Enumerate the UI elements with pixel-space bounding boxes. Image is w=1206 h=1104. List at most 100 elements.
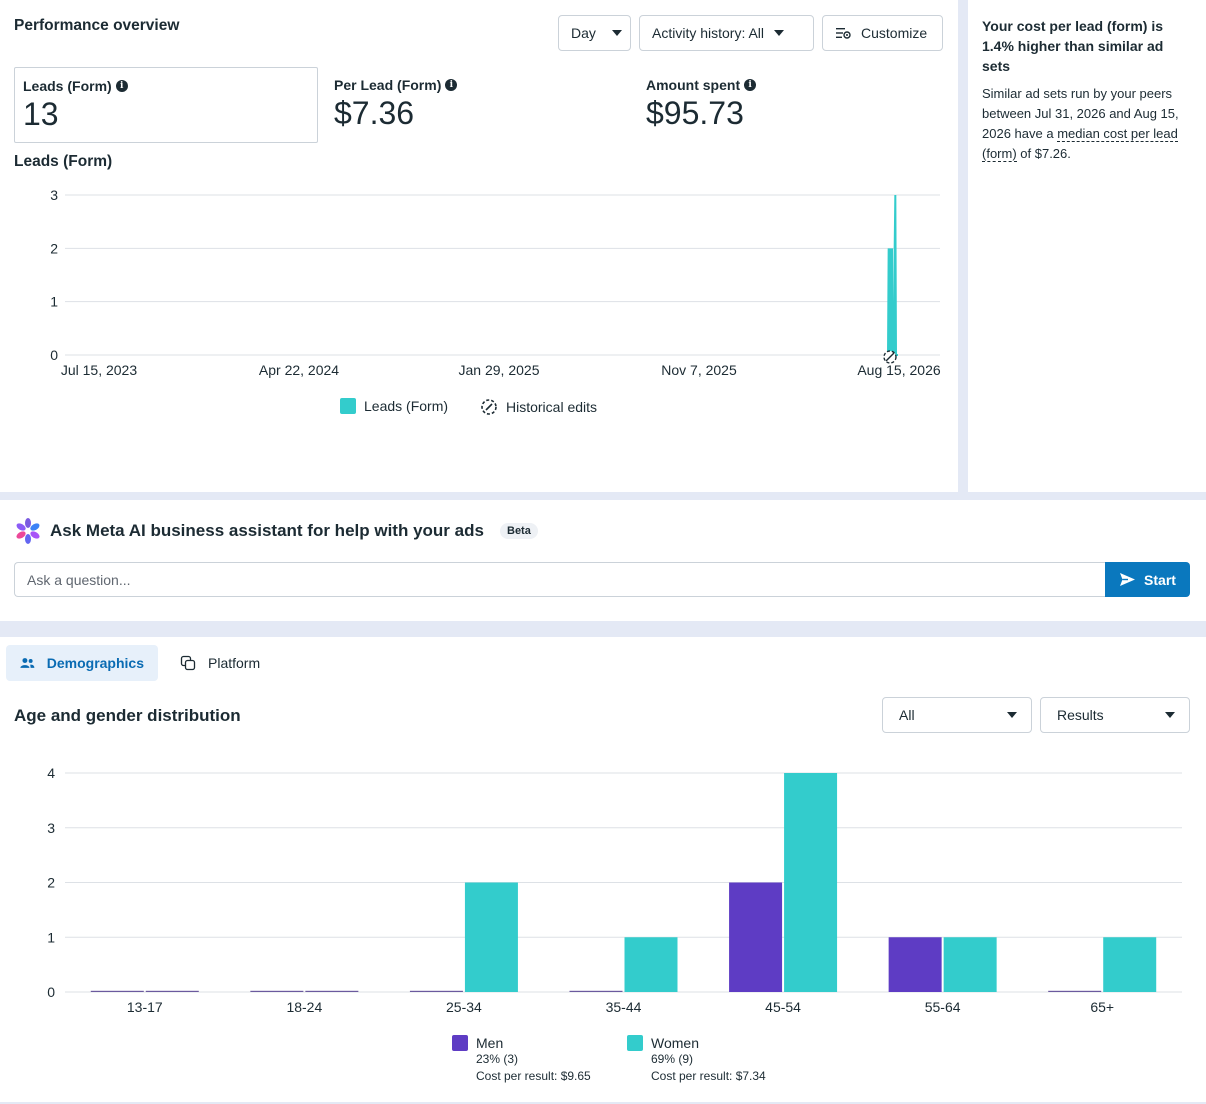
customize-icon [836, 28, 851, 39]
insight-body-suffix: of $7.26. [1016, 146, 1071, 161]
legend-label: Leads (Form) [364, 398, 449, 414]
bar-men [409, 990, 463, 992]
people-icon [20, 658, 35, 668]
bar-men [250, 990, 304, 992]
insight-card: Your cost per lead (form) is 1.4% higher… [968, 0, 1206, 492]
metric-filter-label: Results [1057, 707, 1104, 723]
bar-women [943, 937, 997, 992]
x-tick-label: Jul 15, 2023 [61, 362, 137, 378]
legend-swatch [340, 398, 356, 414]
legend-leads[interactable]: Leads (Form) [340, 398, 448, 414]
x-tick-label: 55-64 [925, 999, 961, 1015]
legend-label: Men [476, 1035, 504, 1051]
legend-share: 69% (9) [651, 1052, 694, 1066]
bar-women [1103, 937, 1157, 992]
performance-title: Performance overview [14, 17, 180, 34]
meta-ai-icon [16, 518, 40, 544]
day-label: Day [571, 25, 596, 41]
metric-per-lead[interactable]: Per Lead (Form) i $7.36 [326, 67, 630, 143]
legend-women[interactable]: Women 69% (9) Cost per result: $7.34 [627, 1035, 766, 1085]
y-tick-label: 1 [47, 929, 55, 945]
customize-label: Customize [861, 25, 928, 41]
historical-edits-icon [481, 399, 497, 415]
start-label: Start [1144, 571, 1176, 588]
legend-share: 23% (3) [476, 1052, 519, 1066]
tab-label: Demographics [46, 655, 144, 671]
performance-card: Performance overview Day Activity histor… [0, 0, 958, 492]
y-tick-label: 0 [47, 984, 55, 1000]
bar-women [145, 990, 199, 992]
x-tick-label: 35-44 [606, 999, 642, 1015]
assistant-title: Ask Meta AI business assistant for help … [50, 521, 484, 540]
y-tick-label: 2 [47, 875, 55, 891]
metric-amount-spent[interactable]: Amount spent i $95.73 [638, 67, 942, 143]
caret-down-icon [774, 30, 785, 36]
customize-button[interactable]: Customize [822, 15, 943, 51]
metric-label: Leads (Form) [23, 78, 112, 94]
bar-women [624, 937, 678, 992]
legend-cost: Cost per result: $9.65 [476, 1069, 591, 1083]
x-tick-label: Jan 29, 2025 [459, 362, 540, 378]
legend-label: Women [651, 1035, 699, 1051]
info-icon[interactable]: i [115, 80, 128, 92]
caret-down-icon [1165, 712, 1175, 718]
age-gender-chart: 0 1 2 3 4 13-17 18-24 25-34 35-44 45-54 55-64 65+ [47, 765, 1182, 1015]
series-line-leads [887, 194, 898, 356]
send-icon [1120, 573, 1136, 586]
bar-men [1048, 990, 1102, 992]
legend-men[interactable]: Men 23% (3) Cost per result: $9.65 [452, 1035, 591, 1085]
metric-filter-dropdown[interactable]: Results [1040, 697, 1190, 733]
bar-men [888, 937, 942, 992]
tab-demographics[interactable]: Demographics [6, 645, 158, 681]
insight-title: Your cost per lead (form) is 1.4% higher… [982, 18, 1164, 74]
caret-down-icon [1007, 712, 1017, 718]
tab-label: Platform [208, 655, 261, 671]
legend-swatch [627, 1035, 643, 1051]
x-tick-label: 13-17 [127, 999, 163, 1015]
assistant-card: Ask Meta AI business assistant for help … [0, 500, 1206, 621]
gender-filter-label: All [899, 707, 915, 723]
insight-body: Similar ad sets run by your peers betwee… [982, 84, 1192, 164]
copy-icon [180, 655, 196, 671]
legend-historical-edits[interactable]: Historical edits [480, 398, 597, 416]
metric-label: Amount spent [646, 77, 741, 93]
leads-chart: 0 1 2 3 Jul 15, 2023 Apr 22, 2024 Jan 29, 2025… [50, 187, 941, 378]
bar-women [305, 990, 359, 992]
historical-edit-marker[interactable] [883, 350, 897, 364]
start-button[interactable]: Start [1105, 562, 1190, 597]
x-tick-label: Aug 15, 2026 [857, 362, 941, 378]
metric-leads[interactable]: Leads (Form) i 13 [14, 67, 318, 143]
x-tick-label: Apr 22, 2024 [259, 362, 339, 378]
legend-swatch [452, 1035, 468, 1051]
x-tick-label: 65+ [1090, 999, 1114, 1015]
metric-label: Per Lead (Form) [334, 77, 442, 93]
y-tick-label: 0 [50, 347, 58, 363]
bar-men [569, 990, 623, 992]
caret-down-icon [611, 30, 622, 36]
tab-platform[interactable]: Platform [166, 645, 286, 681]
legend-label: Historical edits [506, 399, 598, 415]
x-tick-label: 18-24 [286, 999, 322, 1015]
bar-women [464, 882, 518, 992]
y-tick-label: 2 [50, 240, 58, 256]
day-dropdown[interactable]: Day [558, 15, 631, 51]
bar-men [729, 882, 783, 992]
gender-filter-dropdown[interactable]: All [882, 697, 1032, 733]
activity-label: Activity history: All [652, 25, 765, 41]
ask-question-input[interactable] [14, 562, 1106, 597]
legend-cost: Cost per result: $7.34 [651, 1069, 766, 1083]
x-tick-label: Nov 7, 2025 [661, 362, 737, 378]
metric-value: $95.73 [646, 95, 744, 131]
y-tick-label: 4 [47, 765, 55, 781]
activity-history-dropdown[interactable]: Activity history: All [639, 15, 814, 51]
info-icon[interactable]: i [744, 79, 757, 91]
bar-women [784, 773, 838, 992]
demographics-card: Demographics Platform Age and gender dis… [0, 637, 1206, 1102]
metric-value: $7.36 [334, 95, 415, 131]
y-tick-label: 3 [47, 820, 55, 836]
demographics-title: Age and gender distribution [14, 706, 241, 725]
info-icon[interactable]: i [445, 79, 458, 91]
x-tick-label: 45-54 [765, 999, 801, 1015]
x-tick-label: 25-34 [446, 999, 482, 1015]
metric-value: 13 [23, 96, 59, 132]
